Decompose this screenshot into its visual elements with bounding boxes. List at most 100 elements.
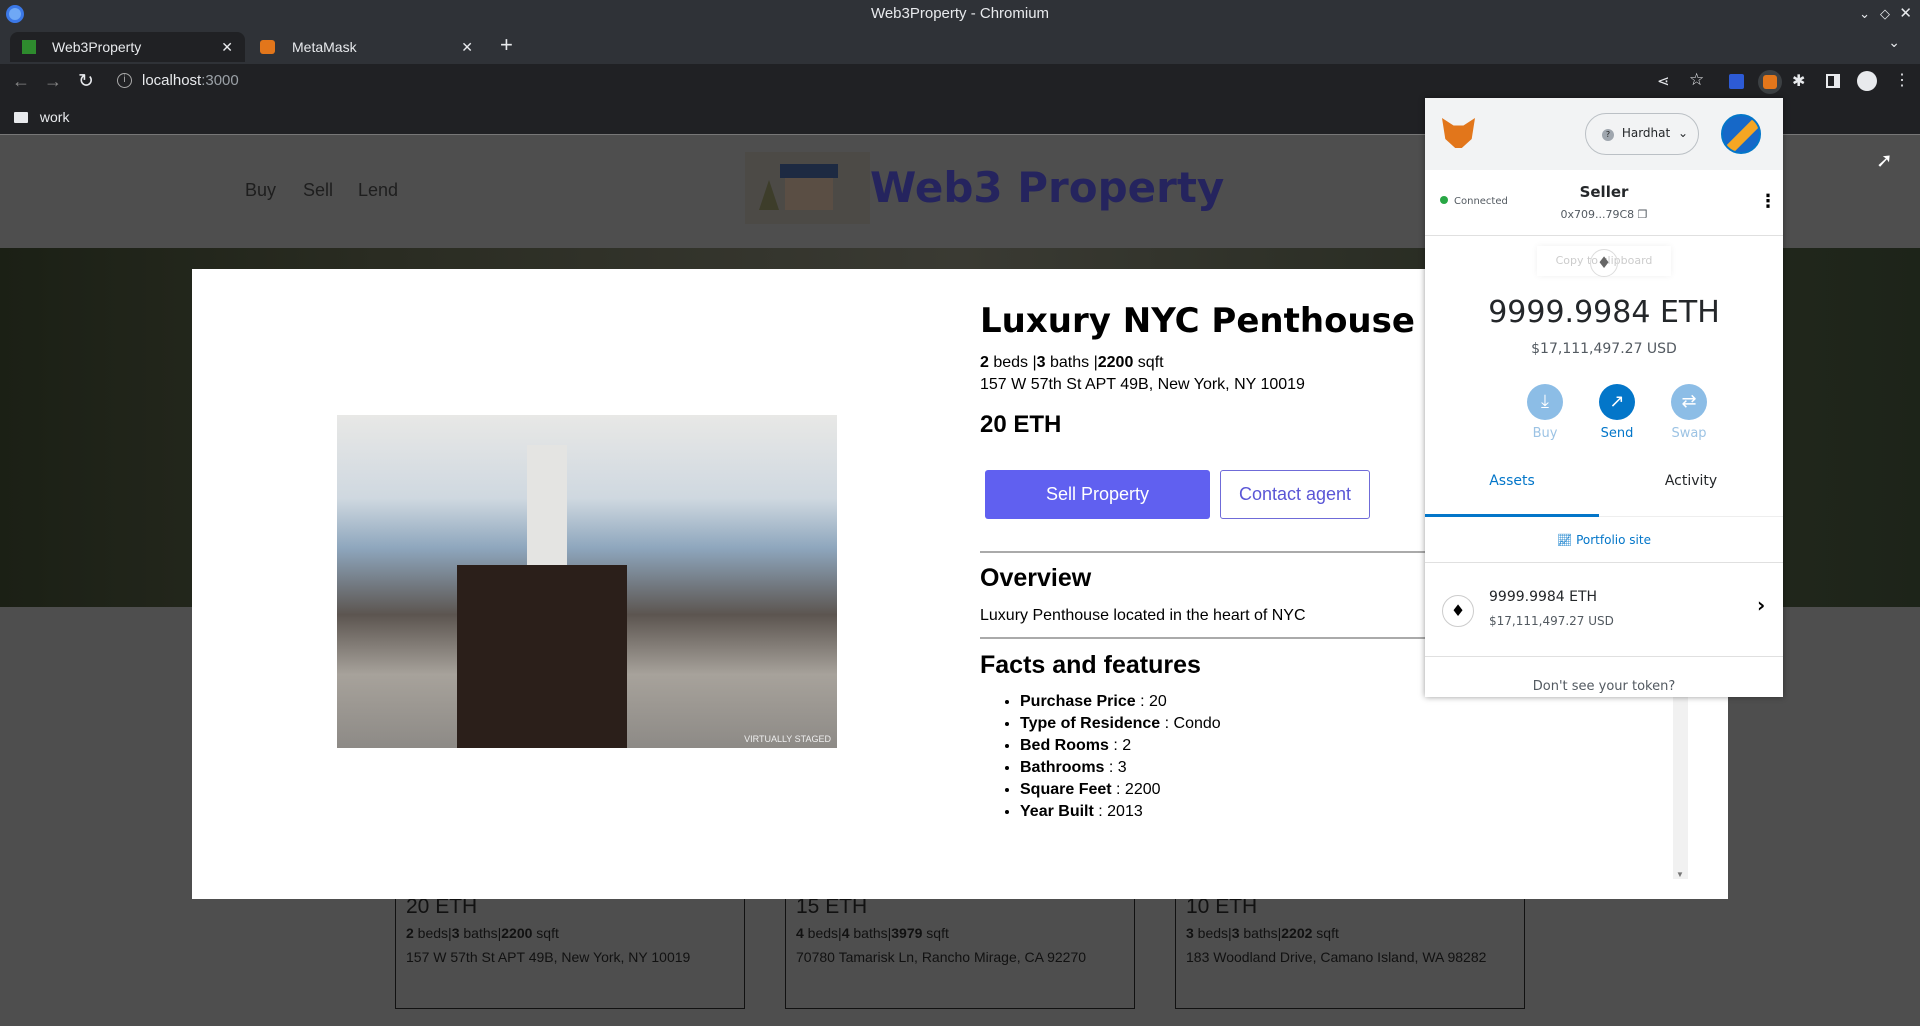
divider (980, 551, 1450, 553)
profile-avatar-icon[interactable] (1857, 71, 1877, 91)
chevron-down-icon: ⌄ (1678, 126, 1689, 140)
swap-icon: ⇄ (1671, 384, 1707, 420)
contact-agent-button[interactable]: Contact agent (1220, 470, 1370, 519)
account-avatar[interactable] (1721, 114, 1761, 154)
url-field[interactable]: localhost:3000 (142, 72, 239, 89)
card-stats: 4 beds|4 baths|3979 sqft (796, 925, 949, 941)
sell-property-button[interactable]: Sell Property (985, 470, 1210, 519)
asset-amount: 9999.9984 ETH (1489, 589, 1598, 605)
site-info-icon[interactable]: i (117, 73, 132, 88)
asset-usd: $17,111,497.27 USD (1489, 614, 1614, 628)
logo-image (745, 152, 870, 224)
mouse-cursor-icon: ➚ (1876, 150, 1893, 172)
card-stats: 2 beds|3 baths|2200 sqft (406, 925, 559, 941)
nav-lend[interactable]: Lend (358, 180, 398, 201)
image-watermark: VIRTUALLY STAGED (744, 734, 831, 744)
buy-button[interactable]: ⤓ Buy (1521, 384, 1569, 441)
card-address: 157 W 57th St APT 49B, New York, NY 1001… (406, 949, 691, 965)
send-button[interactable]: ↗ Send (1593, 384, 1641, 441)
brand-title[interactable]: Web3 Property (870, 163, 1224, 212)
share-icon[interactable]: ⋖ (1657, 72, 1670, 90)
close-window-icon[interactable]: ✕ (1899, 0, 1912, 28)
account-options-icon[interactable]: ⋮ (1759, 191, 1777, 212)
copy-icon: ❐ (1637, 208, 1648, 221)
tab-label: Web3Property (52, 39, 142, 55)
extension-p-icon[interactable] (1729, 74, 1744, 89)
asset-row-eth[interactable]: ♦ 9999.9984 ETH $17,111,497.27 USD › (1425, 563, 1783, 657)
menu-kebab-icon[interactable]: ⋮ (1894, 70, 1910, 90)
divider (1425, 235, 1783, 236)
back-icon[interactable]: ← (12, 71, 30, 92)
property-stats: 2 beds |3 baths |2200 sqft (980, 354, 1164, 371)
balance-usd: $17,111,497.27 USD (1531, 341, 1677, 357)
reload-icon[interactable]: ↻ (78, 70, 94, 93)
card-address: 183 Woodland Drive, Camano Island, WA 98… (1186, 949, 1487, 965)
url-host: localhost (142, 72, 202, 89)
close-tab-icon[interactable]: ✕ (461, 32, 473, 62)
card-address: 70780 Tamarisk Ln, Rancho Mirage, CA 922… (796, 949, 1087, 965)
card-stats: 3 beds|3 baths|2202 sqft (1186, 925, 1339, 941)
metamask-extension-icon[interactable] (1758, 70, 1782, 94)
tab-assets[interactable]: Assets (1425, 473, 1599, 517)
tab-web3property[interactable]: Web3Property ✕ (10, 32, 245, 62)
fox-favicon-icon (260, 40, 275, 54)
property-image: VIRTUALLY STAGED (337, 415, 837, 748)
swap-button[interactable]: ⇄ Swap (1665, 384, 1713, 441)
account-name: Seller (1579, 183, 1629, 201)
tab-bar: Web3Property ✕ MetaMask ✕ + ⌄ (0, 28, 1920, 64)
side-panel-icon[interactable] (1826, 74, 1840, 88)
bookmark-label: work (39, 109, 70, 125)
property-price: 20 ETH (980, 411, 1062, 438)
dont-see-token-text: Don't see your token? (1532, 679, 1676, 694)
balance: 9999.9984 ETH (1488, 295, 1720, 330)
facts-list: Purchase Price : 20 Type of Residence : … (1020, 693, 1221, 825)
window-title: Web3Property - Chromium (870, 5, 1050, 22)
fact-item: Year Built : 2013 (1020, 803, 1221, 821)
tab-search-icon[interactable]: ⌄ (1888, 34, 1900, 51)
extensions-puzzle-icon[interactable]: ✱ (1792, 71, 1805, 91)
fact-item: Bed Rooms : 2 (1020, 737, 1221, 755)
overview-heading: Overview (980, 564, 1092, 592)
tab-activity[interactable]: Activity (1599, 473, 1783, 517)
network-selector[interactable]: ? Hardhat ⌄ (1585, 113, 1699, 155)
arrow-up-right-icon: ↗ (1599, 384, 1635, 420)
new-tab-button[interactable]: + (500, 32, 513, 58)
fact-item: Type of Residence : Condo (1020, 715, 1221, 733)
property-card[interactable]: 15 ETH 4 beds|4 baths|3979 sqft 70780 Ta… (785, 895, 1135, 1009)
network-help-icon: ? (1602, 129, 1614, 141)
close-tab-icon[interactable]: ✕ (221, 32, 233, 62)
download-icon: ⤓ (1527, 384, 1563, 420)
chart-icon: 📈︎ (1557, 533, 1573, 547)
fact-item: Purchase Price : 20 (1020, 693, 1221, 711)
fact-item: Square Feet : 2200 (1020, 781, 1221, 799)
metamask-popup: ? Hardhat ⌄ Connected Seller 0x709...79C… (1425, 98, 1783, 697)
bookmark-folder-work[interactable]: work (14, 109, 69, 125)
property-card[interactable]: 20 ETH 2 beds|3 baths|2200 sqft 157 W 57… (395, 895, 745, 1009)
fact-item: Bathrooms : 3 (1020, 759, 1221, 777)
nav-sell[interactable]: Sell (303, 180, 333, 201)
forward-icon[interactable]: → (44, 71, 62, 92)
portfolio-site-link[interactable]: 📈︎ Portfolio site (1425, 533, 1783, 547)
folder-icon (14, 112, 28, 123)
address-bar: ← → ↻ i localhost:3000 ⋖ ☆ ✱ ⋮ (0, 64, 1920, 101)
chevron-right-icon: › (1757, 593, 1766, 617)
overview-text: Luxury Penthouse located in the heart of… (980, 607, 1306, 624)
tab-label: MetaMask (292, 39, 357, 55)
eth-token-icon: ♦ (1442, 595, 1474, 627)
tab-metamask[interactable]: MetaMask ✕ (250, 32, 485, 62)
property-title: Luxury NYC Penthouse (980, 301, 1415, 341)
divider (980, 637, 1450, 639)
restore-icon[interactable]: ◇ (1880, 0, 1890, 28)
chromium-icon (6, 5, 24, 23)
property-address: 157 W 57th St APT 49B, New York, NY 1001… (980, 376, 1305, 393)
eth-icon: ♦ (1590, 249, 1618, 277)
property-card[interactable]: 10 ETH 3 beds|3 baths|2202 sqft 183 Wood… (1175, 895, 1525, 1009)
account-address[interactable]: 0x709...79C8 ❐ (1425, 208, 1783, 221)
url-port: :3000 (201, 72, 239, 89)
network-name: Hardhat (1621, 126, 1671, 140)
bookmark-star-icon[interactable]: ☆ (1689, 70, 1704, 90)
nav-buy[interactable]: Buy (245, 180, 276, 201)
minimize-icon[interactable]: ⌄ (1859, 0, 1870, 28)
house-favicon-icon (22, 40, 36, 54)
facts-heading: Facts and features (980, 651, 1201, 679)
